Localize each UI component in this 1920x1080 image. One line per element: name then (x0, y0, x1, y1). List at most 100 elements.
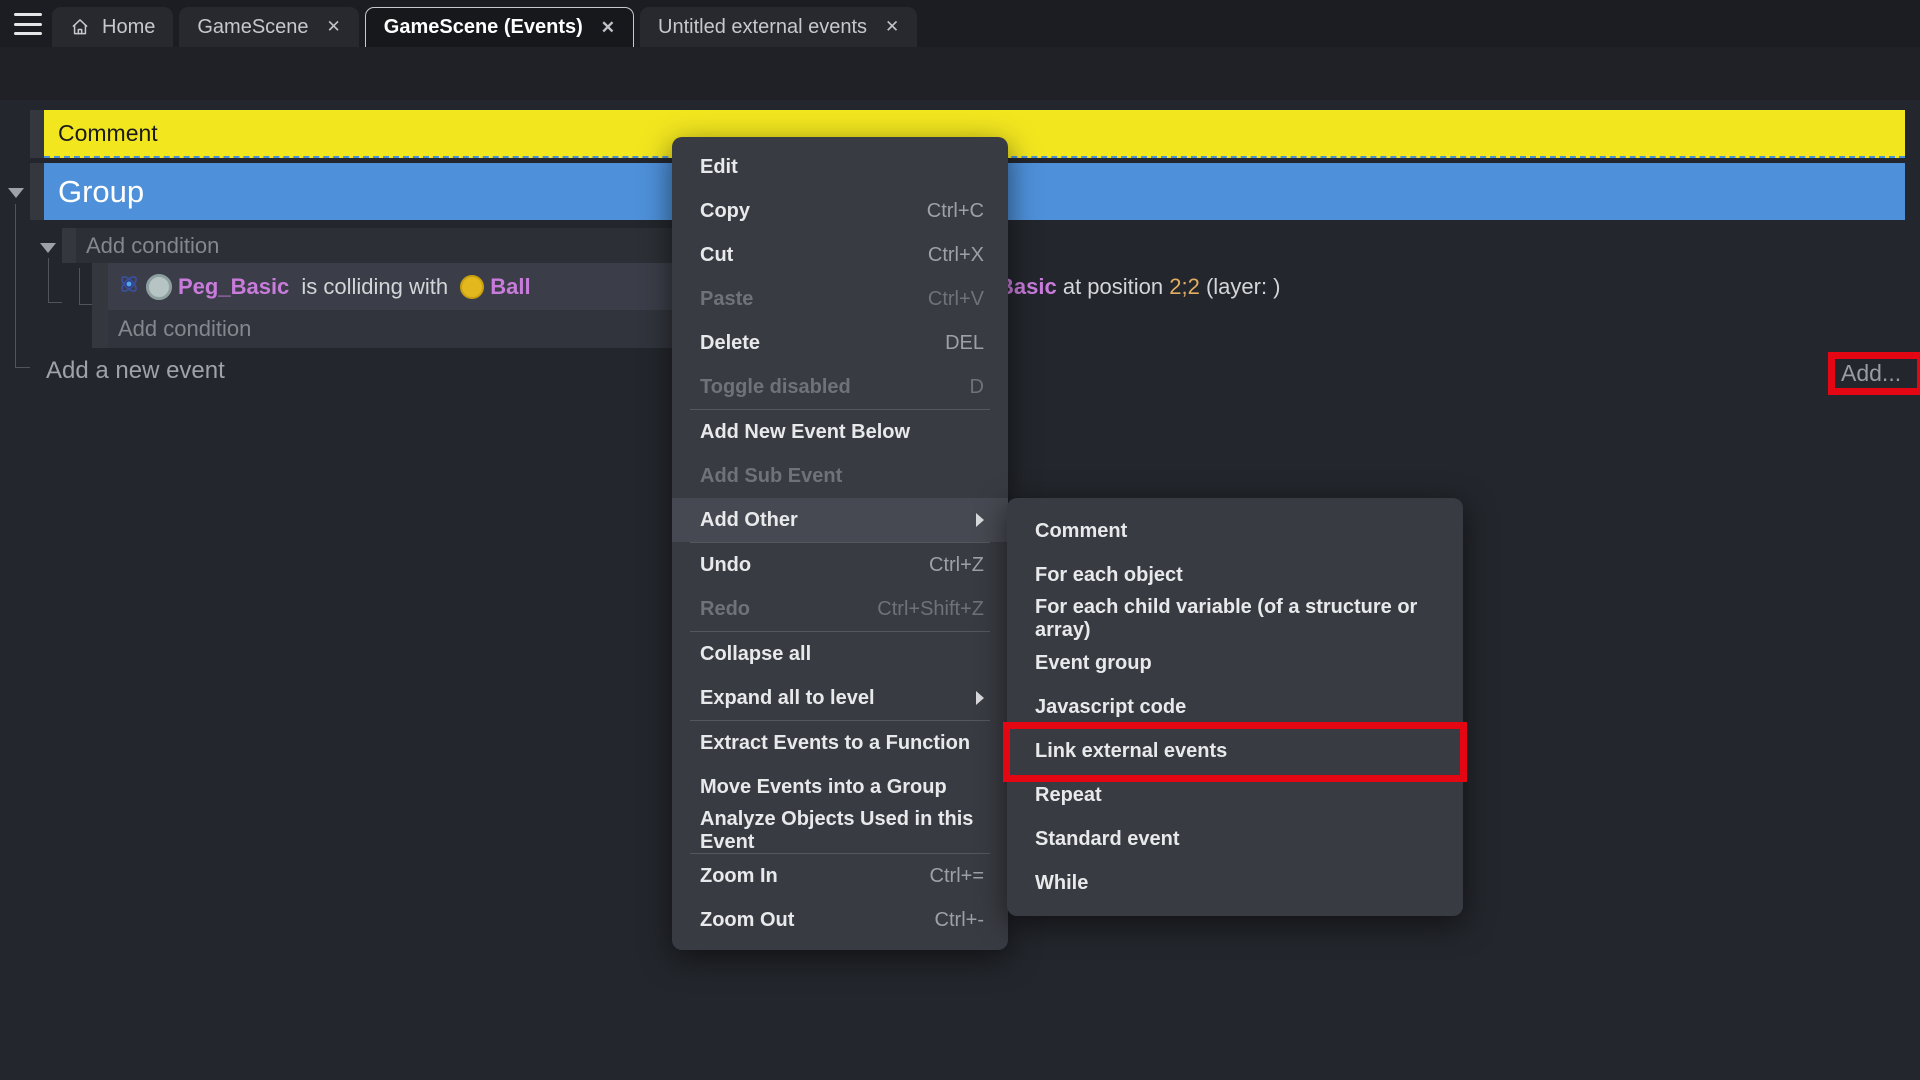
menu-item-label: Expand all to level (700, 687, 964, 710)
menu-item-label: For each object (1035, 564, 1439, 587)
add-condition-sub-button[interactable]: Add condition (118, 310, 251, 348)
menu-item-shortcut: Ctrl+X (928, 244, 984, 267)
tab-gamescene-events[interactable]: GameScene (Events) ✕ (365, 7, 634, 47)
submenu-item-comment[interactable]: Comment (1007, 509, 1463, 553)
tab-gamescene[interactable]: GameScene ✕ (179, 7, 358, 47)
menu-item-shortcut: Ctrl+C (927, 200, 984, 223)
annotation-box-link-external-events (1003, 722, 1467, 782)
context-menu-item-add-new-event-below[interactable]: Add New Event Below (672, 410, 1008, 454)
menu-item-label: Zoom In (700, 865, 930, 888)
menu-item-label: Paste (700, 288, 928, 311)
add-condition-sub-label: Add condition (118, 316, 251, 342)
context-menu-item-zoom-out[interactable]: Zoom OutCtrl+- (672, 898, 1008, 942)
menu-item-label: Edit (700, 156, 984, 179)
context-menu-item-undo[interactable]: UndoCtrl+Z (672, 543, 1008, 587)
context-menu-item-edit[interactable]: Edit (672, 145, 1008, 189)
drag-handle[interactable] (30, 163, 44, 220)
context-menu-item-extract-events-to-a-function[interactable]: Extract Events to a Function (672, 721, 1008, 765)
ball-object-icon (460, 275, 484, 299)
collapse-arrow-icon[interactable] (40, 243, 56, 253)
submenu-item-for-each-child-variable-of-a-structure-or-array[interactable]: For each child variable (of a structure … (1007, 597, 1463, 641)
tab-home[interactable]: Home (52, 7, 173, 47)
context-menu-item-zoom-in[interactable]: Zoom InCtrl+= (672, 854, 1008, 898)
action-layer-text: (layer: ) (1200, 274, 1281, 300)
close-icon[interactable]: ✕ (885, 17, 899, 37)
submenu-item-event-group[interactable]: Event group (1007, 641, 1463, 685)
menu-item-label: Collapse all (700, 643, 984, 666)
menu-item-shortcut: Ctrl+- (935, 909, 984, 932)
menu-item-label: Toggle disabled (700, 376, 970, 399)
condition-object2-name: Ball (490, 274, 530, 300)
tree-line (15, 204, 16, 367)
context-menu-item-cut[interactable]: CutCtrl+X (672, 233, 1008, 277)
drag-handle[interactable] (62, 228, 76, 263)
tree-line (79, 304, 92, 305)
menu-item-shortcut: Ctrl+Z (929, 554, 984, 577)
tab-label: Untitled external events (658, 16, 867, 39)
context-menu-item-paste[interactable]: PasteCtrl+V (672, 277, 1008, 321)
submenu-arrow-icon (976, 691, 984, 705)
menu-item-shortcut: D (970, 376, 984, 399)
context-menu-item-move-events-into-a-group[interactable]: Move Events into a Group (672, 765, 1008, 809)
context-menu-item-delete[interactable]: DeleteDEL (672, 321, 1008, 365)
submenu-item-while[interactable]: While (1007, 861, 1463, 905)
context-menu-item-copy[interactable]: CopyCtrl+C (672, 189, 1008, 233)
collapse-arrow-icon[interactable] (8, 188, 24, 198)
menu-item-label: Redo (700, 598, 877, 621)
condition-object-name: Peg_Basic (178, 274, 289, 300)
menu-item-label: Javascript code (1035, 696, 1439, 719)
context-menu-item-add-other[interactable]: Add Other (672, 498, 1008, 542)
tab-strip: HomeGameScene✕GameScene (Events)✕Untitle… (52, 7, 917, 47)
menu-item-label: Undo (700, 554, 929, 577)
menu-item-shortcut: DEL (945, 332, 984, 355)
tab-label: Home (102, 16, 155, 39)
menu-item-label: Add Sub Event (700, 465, 984, 488)
tree-line (48, 302, 62, 303)
tab-untitled-external-events[interactable]: Untitled external events ✕ (640, 7, 917, 47)
submenu-arrow-icon (976, 513, 984, 527)
physics-behavior-icon (118, 273, 140, 301)
tab-label: GameScene (Events) (384, 16, 583, 39)
context-menu-item-add-sub-event[interactable]: Add Sub Event (672, 454, 1008, 498)
menu-item-shortcut: Ctrl+= (930, 865, 984, 888)
menu-item-label: Add Other (700, 509, 964, 532)
menu-item-shortcut: Ctrl+Shift+Z (877, 598, 984, 621)
hamburger-menu-icon[interactable] (14, 13, 42, 35)
menu-item-label: Copy (700, 200, 927, 223)
menu-item-label: While (1035, 872, 1439, 895)
close-icon[interactable]: ✕ (327, 17, 341, 37)
add-action-button[interactable]: Add... (1841, 360, 1901, 387)
menu-item-label: Cut (700, 244, 928, 267)
context-menu-item-redo[interactable]: RedoCtrl+Shift+Z (672, 587, 1008, 631)
context-menu-item-toggle-disabled[interactable]: Toggle disabledD (672, 365, 1008, 409)
toolbar: Preview Publish (0, 47, 1920, 100)
peg-basic-object-icon (146, 274, 172, 300)
close-icon[interactable]: ✕ (601, 18, 615, 38)
menu-item-label: Extract Events to a Function (700, 732, 984, 755)
context-menu-item-collapse-all[interactable]: Collapse all (672, 632, 1008, 676)
context-menu-item-analyze-objects-used-in-this-event[interactable]: Analyze Objects Used in this Event (672, 809, 1008, 853)
group-title: Group (58, 174, 144, 210)
drag-handle[interactable] (92, 263, 108, 348)
menu-item-label: Comment (1035, 520, 1439, 543)
action-row[interactable]: Basic at position 2;2 (layer: ) (998, 272, 1281, 302)
submenu-item-standard-event[interactable]: Standard event (1007, 817, 1463, 861)
context-menu-item-expand-all-to-level[interactable]: Expand all to level (672, 676, 1008, 720)
menu-item-label: Zoom Out (700, 909, 935, 932)
action-text: at position (1057, 274, 1170, 300)
tree-line (48, 258, 49, 302)
add-other-submenu: Comment For each object For each child var… (1007, 498, 1463, 916)
menu-item-label: Delete (700, 332, 945, 355)
menu-item-label: Repeat (1035, 784, 1439, 807)
tree-line (15, 367, 30, 368)
tab-label: GameScene (197, 16, 308, 39)
add-new-event-label: Add a new event (46, 357, 225, 384)
comment-text: Comment (58, 120, 158, 147)
add-new-event-link[interactable]: Add a new event (46, 357, 225, 385)
home-icon (70, 17, 90, 37)
menu-item-label: Add New Event Below (700, 421, 984, 444)
drag-handle[interactable] (30, 110, 44, 158)
submenu-item-for-each-object[interactable]: For each object (1007, 553, 1463, 597)
menu-item-label: Standard event (1035, 828, 1439, 851)
menu-item-label: For each child variable (of a structure … (1035, 596, 1439, 642)
